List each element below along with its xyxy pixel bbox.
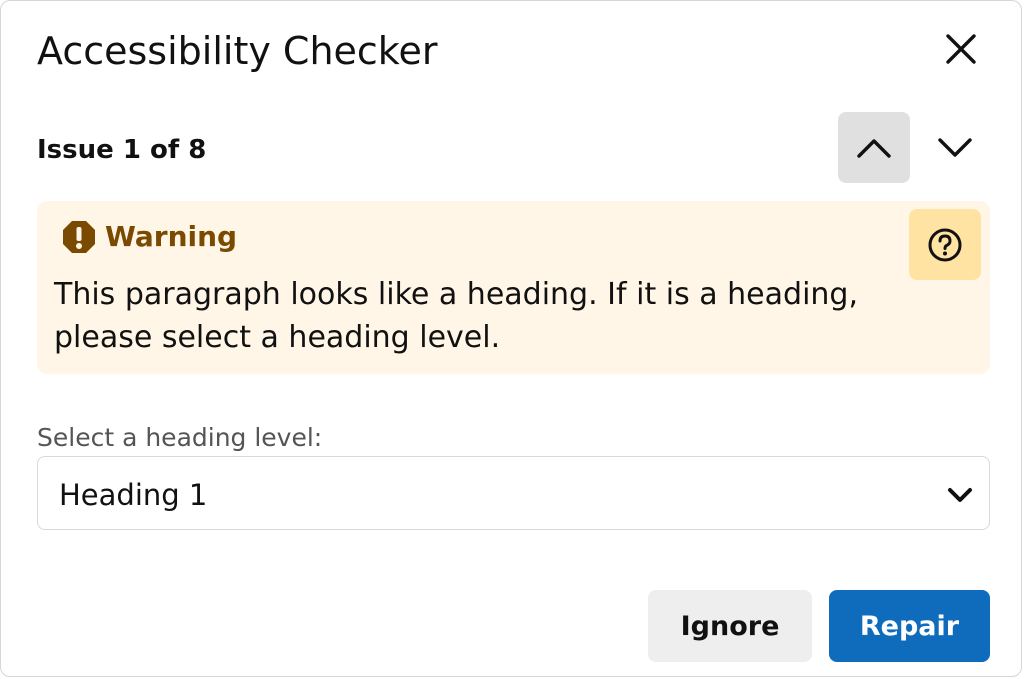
help-icon — [928, 228, 962, 261]
chevron-down-icon — [938, 137, 972, 157]
warning-label: Warning — [105, 220, 238, 253]
heading-level-label: Select a heading level: — [37, 423, 323, 452]
heading-level-select[interactable]: Heading 1 — [37, 456, 990, 530]
repair-button[interactable]: Repair — [829, 590, 990, 662]
warning-message: This paragraph looks like a heading. If … — [54, 277, 858, 355]
help-button[interactable] — [909, 209, 981, 280]
next-issue-button[interactable] — [919, 112, 991, 183]
warning-header: Warning — [61, 219, 237, 255]
close-button[interactable] — [933, 23, 989, 75]
heading-level-value: Heading 1 — [59, 478, 208, 512]
accessibility-checker-dialog: Accessibility Checker Issue 1 of 8 Warni… — [0, 0, 1022, 677]
warning-panel: Warning This paragraph looks like a head… — [37, 201, 990, 374]
previous-issue-button[interactable] — [838, 112, 910, 183]
warning-octagon-icon — [63, 221, 95, 253]
issue-counter: Issue 1 of 8 — [37, 135, 207, 165]
ignore-button[interactable]: Ignore — [648, 590, 812, 662]
dialog-title: Accessibility Checker — [37, 29, 438, 73]
chevron-down-icon — [948, 488, 972, 502]
chevron-up-icon — [857, 138, 891, 158]
close-icon — [946, 34, 976, 64]
